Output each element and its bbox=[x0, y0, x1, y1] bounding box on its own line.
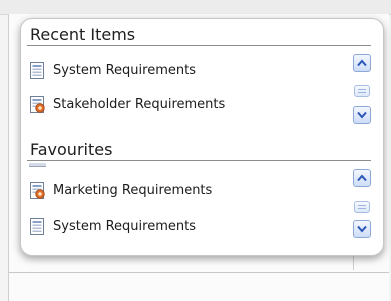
chevron-up-icon bbox=[357, 174, 367, 182]
favourites-rule bbox=[27, 160, 371, 161]
chevron-down-icon bbox=[357, 225, 367, 233]
stakeholder-doc-icon bbox=[30, 95, 45, 113]
recent-items-rule bbox=[27, 45, 371, 46]
recent-item[interactable]: System Requirements bbox=[29, 60, 196, 80]
favourite-item[interactable]: System Requirements bbox=[29, 216, 196, 236]
clipped-list-item-edge bbox=[29, 163, 46, 167]
background-divider bbox=[9, 272, 389, 273]
favourites-scroll-up-button[interactable] bbox=[353, 169, 371, 187]
favourite-item-label: Marketing Requirements bbox=[53, 182, 213, 198]
recent-item[interactable]: Stakeholder Requirements bbox=[29, 94, 225, 114]
requirements-doc-icon bbox=[30, 61, 44, 79]
recent-scroll-up-button[interactable] bbox=[353, 54, 371, 72]
chevron-down-icon bbox=[357, 111, 367, 119]
recent-scroll-thumb[interactable] bbox=[354, 85, 370, 97]
app-top-bar bbox=[0, 0, 391, 15]
stakeholder-doc-icon bbox=[30, 181, 45, 199]
recent-items-heading: Recent Items bbox=[30, 25, 136, 44]
favourite-item-label: System Requirements bbox=[53, 218, 196, 234]
favourites-scroll-thumb[interactable] bbox=[354, 201, 370, 213]
recent-item-label: System Requirements bbox=[53, 62, 196, 78]
requirements-doc-icon bbox=[30, 217, 44, 235]
favourites-scroll-down-button[interactable] bbox=[353, 220, 371, 238]
favourite-item[interactable]: Marketing Requirements bbox=[29, 180, 212, 200]
chevron-up-icon bbox=[357, 59, 367, 67]
recent-favourites-popup: Recent Items System Requirements Stakeho… bbox=[20, 18, 384, 256]
recent-scroll-down-button[interactable] bbox=[353, 106, 371, 124]
recent-item-label: Stakeholder Requirements bbox=[53, 96, 226, 112]
favourites-heading: Favourites bbox=[30, 140, 113, 159]
